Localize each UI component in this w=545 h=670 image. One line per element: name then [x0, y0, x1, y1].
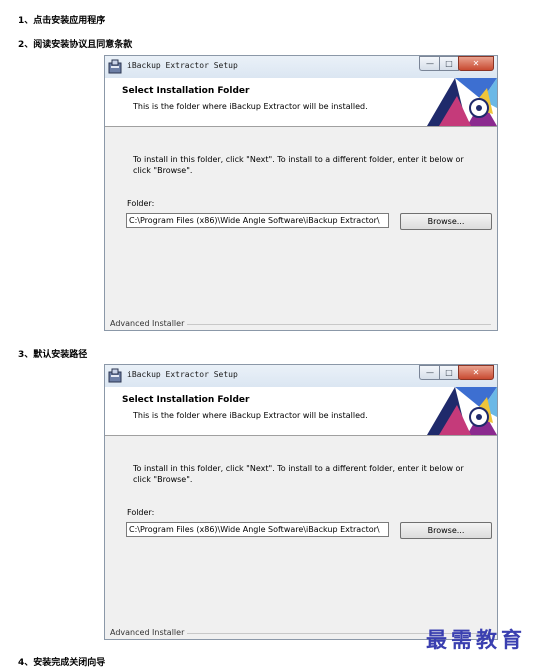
window-title: iBackup Extractor Setup — [127, 370, 238, 379]
minimize-button[interactable]: — — [419, 56, 440, 71]
product-logo-icon — [427, 78, 497, 126]
product-logo-icon — [427, 387, 497, 435]
folder-label: Folder: — [127, 508, 155, 517]
folder-path-input[interactable]: C:\Program Files (x86)\Wide Angle Softwa… — [126, 522, 389, 537]
window-title: iBackup Extractor Setup — [127, 61, 238, 70]
instructions-text: To install in this folder, click "Next".… — [133, 464, 464, 484]
step-2-text: 2、阅读安装协议且同意条款 — [18, 40, 133, 50]
header-title: Select Installation Folder — [122, 395, 250, 405]
header-title: Select Installation Folder — [122, 86, 250, 96]
setup-dialog-1: iBackup Extractor Setup — □ ✕ Select Ins… — [104, 55, 498, 331]
site-watermark: 最需教育 — [426, 627, 526, 652]
header-subtitle: This is the folder where iBackup Extract… — [133, 102, 368, 111]
minimize-button[interactable]: — — [419, 365, 440, 380]
header-subtitle: This is the folder where iBackup Extract… — [133, 411, 368, 420]
maximize-button[interactable]: □ — [439, 365, 459, 380]
footer-brand: Advanced Installer — [110, 319, 188, 328]
dialog-header: Select Installation Folder This is the f… — [105, 78, 497, 127]
close-button[interactable]: ✕ — [458, 365, 494, 380]
browse-button[interactable]: Browse... — [400, 213, 492, 230]
maximize-button[interactable]: □ — [439, 56, 459, 71]
setup-dialog-2: iBackup Extractor Setup — □ ✕ Select Ins… — [104, 364, 498, 640]
browse-button[interactable]: Browse... — [400, 522, 492, 539]
folder-path-input[interactable]: C:\Program Files (x86)\Wide Angle Softwa… — [126, 213, 389, 228]
step-3-text: 3、默认安装路径 — [18, 350, 88, 360]
step-1-text: 1、点击安装应用程序 — [18, 16, 106, 26]
footer-brand: Advanced Installer — [110, 628, 188, 637]
step-4-text: 4、安装完成关闭向导 — [18, 658, 106, 668]
instructions-text: To install in this folder, click "Next".… — [133, 155, 464, 175]
close-button[interactable]: ✕ — [458, 56, 494, 71]
installer-app-icon — [108, 59, 122, 74]
dialog-header: Select Installation Folder This is the f… — [105, 387, 497, 436]
folder-label: Folder: — [127, 199, 155, 208]
title-bar[interactable]: iBackup Extractor Setup — □ ✕ — [105, 56, 497, 78]
title-bar[interactable]: iBackup Extractor Setup — □ ✕ — [105, 365, 497, 387]
installer-app-icon — [108, 368, 122, 383]
